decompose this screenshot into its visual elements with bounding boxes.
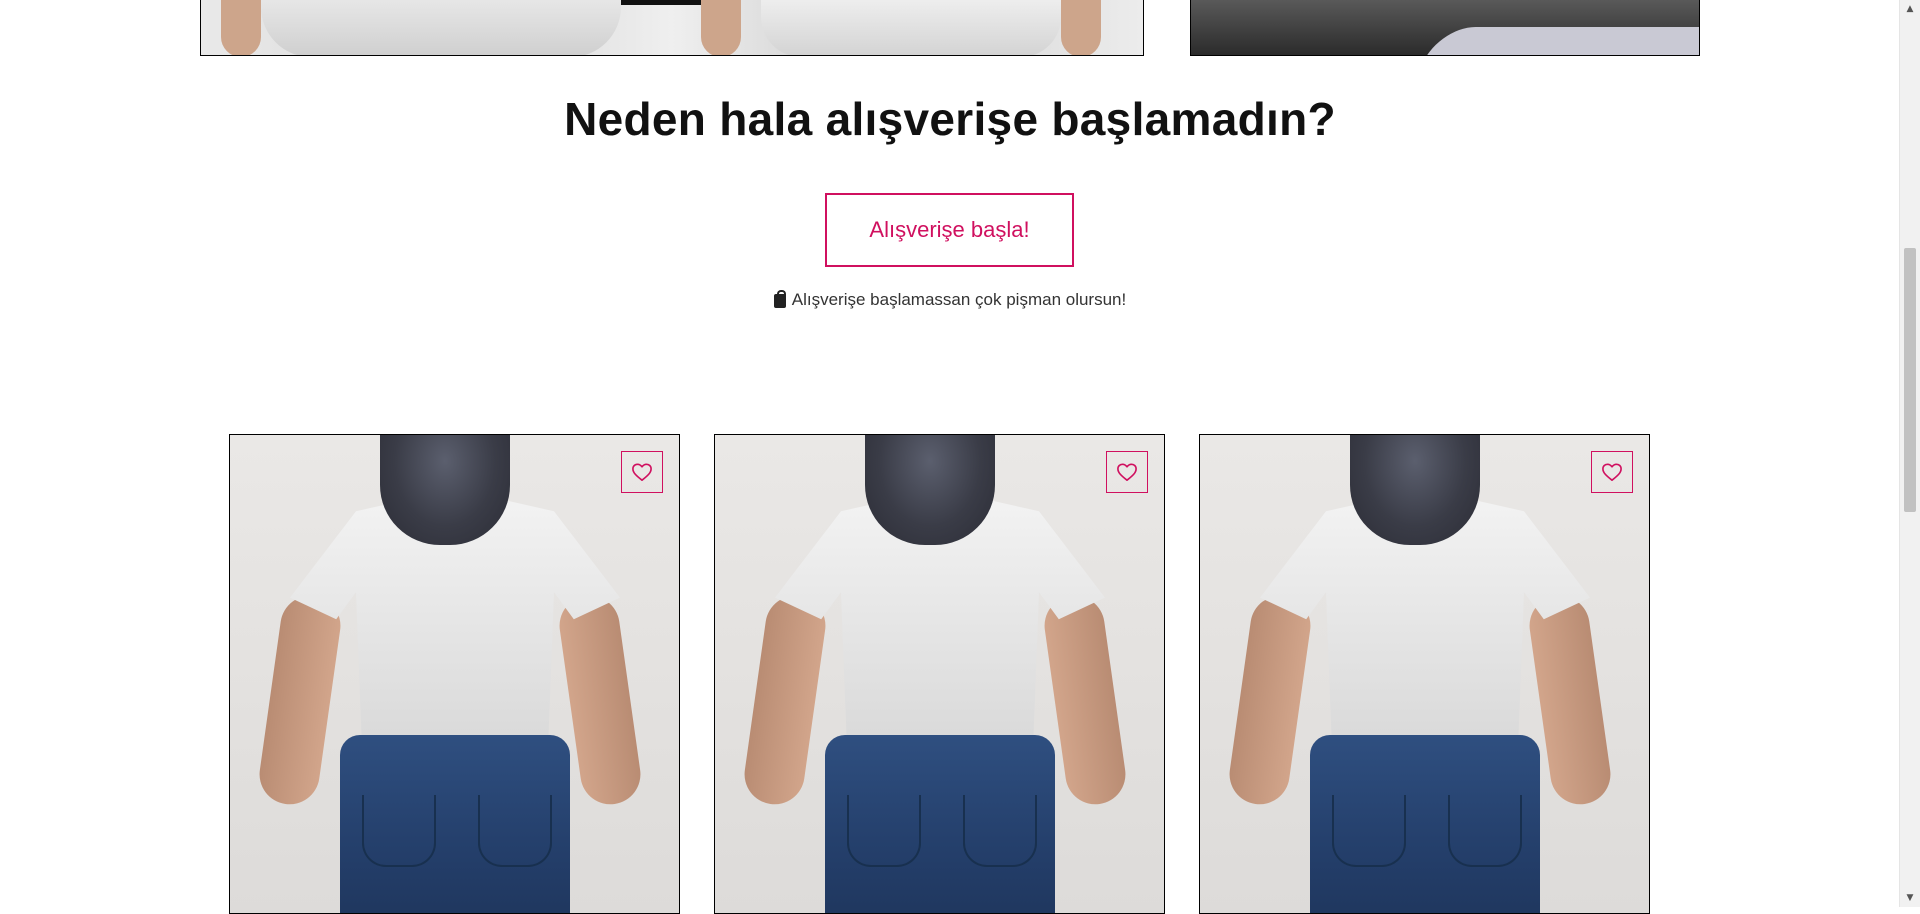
banner-model-arm	[701, 0, 741, 55]
banner-model-shirt	[761, 0, 1061, 55]
banner-model-arm	[221, 0, 261, 55]
product-image[interactable]	[715, 435, 1164, 913]
cta-title: Neden hala alışverişe başlamadın?	[564, 93, 1336, 145]
wishlist-button[interactable]	[1591, 451, 1633, 493]
banner-model-arm	[1061, 0, 1101, 55]
cta-note-text: Alışverişe başlamassan çok pişman olursu…	[791, 290, 1127, 309]
shopping-bag-icon	[773, 290, 786, 308]
heart-icon	[632, 463, 652, 481]
product-image[interactable]	[230, 435, 679, 913]
page-scrollbar[interactable]: ▲ ▼	[1899, 0, 1920, 907]
product-card[interactable]	[229, 434, 680, 914]
scroll-up-arrow-icon[interactable]: ▲	[1900, 0, 1920, 18]
scroll-thumb[interactable]	[1904, 248, 1916, 512]
banner-model-shirt	[261, 0, 621, 55]
start-shopping-button[interactable]: Alışverişe başla!	[825, 193, 1074, 267]
promo-banner-left[interactable]	[200, 0, 1144, 56]
scroll-down-arrow-icon[interactable]: ▼	[1900, 889, 1920, 907]
heart-icon	[1602, 463, 1622, 481]
wishlist-button[interactable]	[1106, 451, 1148, 493]
cta-note: Alışverişe başlamassan çok pişman olursu…	[0, 290, 1900, 310]
product-card[interactable]	[714, 434, 1165, 914]
banner-product-shape	[1406, 27, 1699, 55]
product-card[interactable]	[1199, 434, 1650, 914]
promo-banner-right[interactable]	[1190, 0, 1700, 56]
heart-icon	[1117, 463, 1137, 481]
wishlist-button[interactable]	[621, 451, 663, 493]
product-image[interactable]	[1200, 435, 1649, 913]
